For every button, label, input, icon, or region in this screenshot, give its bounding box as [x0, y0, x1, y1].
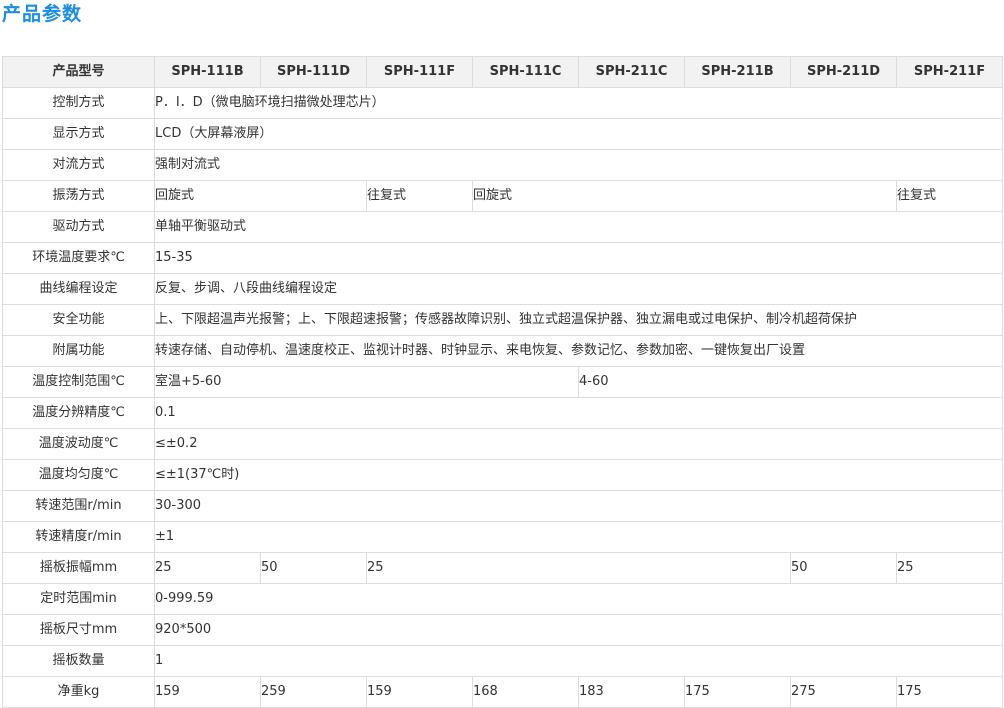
- value-cell: 168: [472, 676, 579, 708]
- row-label: 转速范围r/min: [2, 490, 155, 522]
- table-row: 定时范围min 0-999.59: [2, 583, 1003, 615]
- table-row: 振荡方式 回旋式 往复式 回旋式 往复式: [2, 180, 1003, 212]
- value-cell: LCD（大屏幕液屏）: [154, 118, 1003, 150]
- value-cell: 回旋式: [472, 180, 897, 212]
- row-label: 定时范围min: [2, 583, 155, 615]
- value-cell: 259: [260, 676, 367, 708]
- value-cell: 25: [896, 552, 1003, 584]
- row-label: 环境温度要求℃: [2, 242, 155, 274]
- row-label: 温度均匀度℃: [2, 459, 155, 491]
- value-cell: 159: [366, 676, 473, 708]
- row-label: 曲线编程设定: [2, 273, 155, 305]
- row-label: 温度分辨精度℃: [2, 397, 155, 429]
- header-cell-model: SPH-111F: [366, 56, 473, 88]
- spec-table-body: 控制方式 P．I．D（微电脑环境扫描微处理芯片） 显示方式 LCD（大屏幕液屏） 对流方…: [2, 87, 1003, 708]
- table-row: 控制方式 P．I．D（微电脑环境扫描微处理芯片）: [2, 87, 1003, 119]
- table-row: 温度波动度℃ ≤±0.2: [2, 428, 1003, 460]
- value-cell: 4-60: [578, 366, 1003, 398]
- table-row: 安全功能 上、下限超温声光报警；上、下限超速报警；传感器故障识别、独立式超温保护器…: [2, 304, 1003, 336]
- value-cell: 15-35: [154, 242, 1003, 274]
- table-row: 温度分辨精度℃ 0.1: [2, 397, 1003, 429]
- value-cell: 往复式: [366, 180, 473, 212]
- page-title: 产品参数: [2, 3, 83, 25]
- value-cell: 往复式: [896, 180, 1003, 212]
- value-cell: 1: [154, 645, 1003, 677]
- table-row: 曲线编程设定 反复、步调、八段曲线编程设定: [2, 273, 1003, 305]
- header-cell-model: SPH-211B: [684, 56, 791, 88]
- header-cell-model: SPH-211D: [790, 56, 897, 88]
- value-cell: 强制对流式: [154, 149, 1003, 181]
- row-label: 温度波动度℃: [2, 428, 155, 460]
- value-cell: 275: [790, 676, 897, 708]
- table-row: 转速范围r/min 30-300: [2, 490, 1003, 522]
- row-label: 转速精度r/min: [2, 521, 155, 553]
- table-row: 附属功能 转速存储、自动停机、温速度校正、监视计时器、时钟显示、来电恢复、参数记忆…: [2, 335, 1003, 367]
- value-cell: 25: [154, 552, 261, 584]
- table-row: 温度控制范围℃ 室温+5-60 4-60: [2, 366, 1003, 398]
- row-label: 附属功能: [2, 335, 155, 367]
- header-cell-model-label: 产品型号: [2, 56, 155, 88]
- table-row: 摇板振幅mm 25 50 25 50 25: [2, 552, 1003, 584]
- value-cell: 183: [578, 676, 685, 708]
- spec-table: 产品型号 SPH-111B SPH-111D SPH-111F SPH-111C SPH-…: [2, 56, 1003, 708]
- row-label: 对流方式: [2, 149, 155, 181]
- value-cell: ≤±0.2: [154, 428, 1003, 460]
- value-cell: 175: [684, 676, 791, 708]
- table-row: 净重kg 159 259 159 168 183 175 275 175: [2, 676, 1003, 708]
- row-label: 摇板尺寸mm: [2, 614, 155, 646]
- value-cell: 25: [366, 552, 791, 584]
- table-row: 摇板数量 1: [2, 645, 1003, 677]
- value-cell: 室温+5-60: [154, 366, 579, 398]
- table-row: 环境温度要求℃ 15-35: [2, 242, 1003, 274]
- row-label: 温度控制范围℃: [2, 366, 155, 398]
- row-label: 安全功能: [2, 304, 155, 336]
- header-cell-model: SPH-211C: [578, 56, 685, 88]
- value-cell: 0.1: [154, 397, 1003, 429]
- row-label: 摇板数量: [2, 645, 155, 677]
- table-row: 转速精度r/min ±1: [2, 521, 1003, 553]
- table-row: 对流方式 强制对流式: [2, 149, 1003, 181]
- header-cell-model: SPH-111B: [154, 56, 261, 88]
- value-cell: 0-999.59: [154, 583, 1003, 615]
- header-cell-model: SPH-111D: [260, 56, 367, 88]
- header-row: 产品型号 SPH-111B SPH-111D SPH-111F SPH-111C SPH-…: [2, 56, 1003, 88]
- value-cell: 上、下限超温声光报警；上、下限超速报警；传感器故障识别、独立式超温保护器、独立漏…: [154, 304, 1003, 336]
- row-label: 控制方式: [2, 87, 155, 119]
- table-row: 温度均匀度℃ ≤±1(37℃时): [2, 459, 1003, 491]
- table-row: 驱动方式 单轴平衡驱动式: [2, 211, 1003, 243]
- value-cell: 50: [260, 552, 367, 584]
- row-label: 摇板振幅mm: [2, 552, 155, 584]
- row-label: 净重kg: [2, 676, 155, 708]
- row-label: 显示方式: [2, 118, 155, 150]
- value-cell: P．I．D（微电脑环境扫描微处理芯片）: [154, 87, 1003, 119]
- value-cell: 159: [154, 676, 261, 708]
- value-cell: 50: [790, 552, 897, 584]
- table-row: 显示方式 LCD（大屏幕液屏）: [2, 118, 1003, 150]
- spec-table-header: 产品型号 SPH-111B SPH-111D SPH-111F SPH-111C SPH-…: [2, 56, 1003, 88]
- value-cell: ±1: [154, 521, 1003, 553]
- value-cell: 回旋式: [154, 180, 367, 212]
- row-label: 振荡方式: [2, 180, 155, 212]
- value-cell: 175: [896, 676, 1003, 708]
- row-label: 驱动方式: [2, 211, 155, 243]
- value-cell: 920*500: [154, 614, 1003, 646]
- value-cell: 30-300: [154, 490, 1003, 522]
- header-cell-model: SPH-211F: [896, 56, 1003, 88]
- table-row: 摇板尺寸mm 920*500: [2, 614, 1003, 646]
- header-cell-model: SPH-111C: [472, 56, 579, 88]
- value-cell: 转速存储、自动停机、温速度校正、监视计时器、时钟显示、来电恢复、参数记忆、参数加…: [154, 335, 1003, 367]
- value-cell: ≤±1(37℃时): [154, 459, 1003, 491]
- value-cell: 单轴平衡驱动式: [154, 211, 1003, 243]
- value-cell: 反复、步调、八段曲线编程设定: [154, 273, 1003, 305]
